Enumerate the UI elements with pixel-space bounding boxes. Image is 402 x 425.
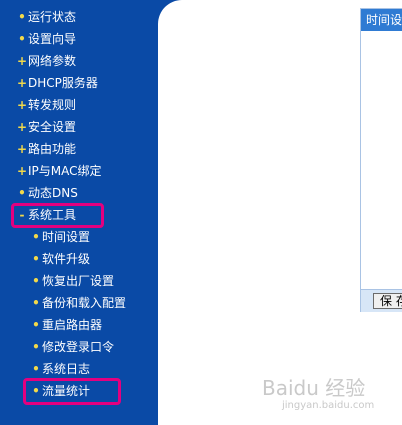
- nav-item-label: 时间设置: [42, 230, 91, 244]
- bullet-icon: •: [32, 384, 40, 398]
- nav-item-label: DHCP服务器: [28, 76, 98, 90]
- nav-item-label: 系统日志: [42, 362, 91, 376]
- bullet-icon: •: [18, 10, 26, 24]
- expand-plus-icon: +: [16, 54, 28, 68]
- nav-item-label: 转发规则: [28, 98, 77, 112]
- nav-item-label: IP与MAC绑定: [28, 164, 102, 178]
- expand-plus-icon: +: [16, 76, 28, 90]
- bullet-icon: •: [32, 340, 40, 354]
- panel-title: 时间设置: [361, 9, 402, 31]
- nav-item-label: 安全设置: [28, 120, 77, 134]
- sidebar-corner: [158, 0, 206, 48]
- expand-plus-icon: +: [16, 98, 28, 112]
- bullet-icon: •: [32, 274, 40, 288]
- bullet-icon: •: [32, 230, 40, 244]
- panel-footer: 保 存: [361, 289, 402, 312]
- bullet-icon: •: [32, 362, 40, 376]
- expand-plus-icon: +: [16, 164, 28, 178]
- nav-item-label: 恢复出厂设置: [42, 274, 115, 288]
- nav-item-label: 系统工具: [28, 208, 77, 222]
- bullet-icon: •: [18, 32, 26, 46]
- nav-item-label: 修改登录口令: [42, 340, 115, 354]
- nav-item-label: 路由功能: [28, 142, 77, 156]
- nav-item-label: 网络参数: [28, 54, 77, 68]
- nav-item-label: 软件升级: [42, 252, 91, 266]
- nav-item-label: 重启路由器: [42, 318, 103, 332]
- watermark-url: jingyan.baidu.com: [282, 400, 375, 411]
- nav-item-label: 流量统计: [42, 384, 91, 398]
- nav-item-label: 设置向导: [28, 32, 77, 46]
- bullet-icon: •: [18, 186, 26, 200]
- bullet-icon: •: [32, 252, 40, 266]
- expand-plus-icon: +: [16, 120, 28, 134]
- save-button[interactable]: 保 存: [373, 293, 402, 309]
- nav-item-label: 动态DNS: [28, 186, 78, 200]
- nav-item-label: 备份和载入配置: [42, 296, 127, 310]
- sidebar-nav: • 运行状态 • 设置向导 + 网络参数 + DHCP服务器 + 转发规则 + …: [0, 0, 158, 425]
- nav-item-label: 运行状态: [28, 10, 77, 24]
- expand-plus-icon: +: [16, 142, 28, 156]
- baidu-watermark: Baidu 经验: [262, 376, 366, 400]
- collapse-minus-icon: -: [19, 208, 25, 222]
- time-settings-panel: 时间设置 保 存: [360, 8, 402, 312]
- bullet-icon: •: [32, 296, 40, 310]
- bullet-icon: •: [32, 318, 40, 332]
